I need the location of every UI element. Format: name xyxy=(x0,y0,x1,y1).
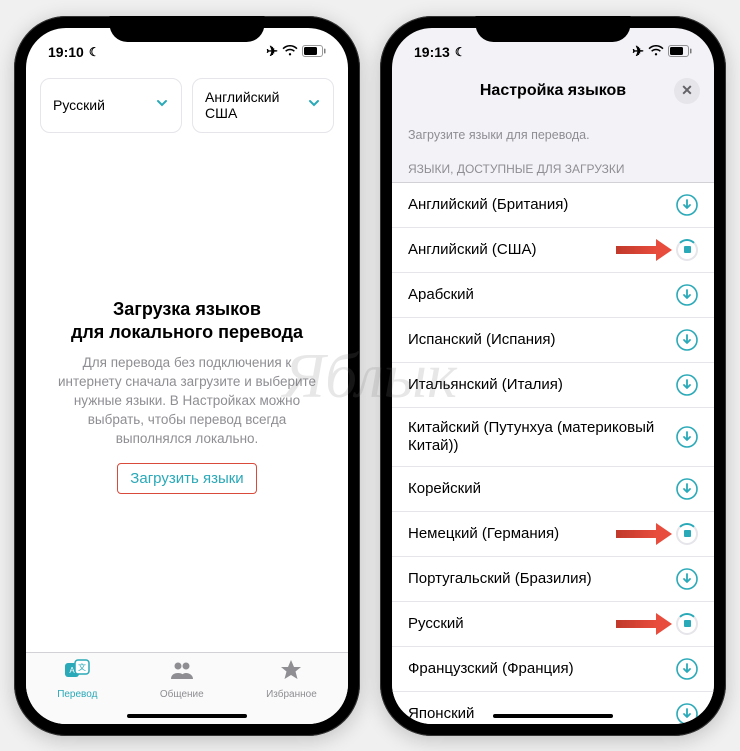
battery-icon xyxy=(668,44,692,60)
screen-translate: 19:10 ☾ ✈︎ Русский Английский США xyxy=(26,28,348,724)
language-row[interactable]: Корейский xyxy=(392,467,714,512)
dnd-icon: ☾ xyxy=(455,45,466,59)
tab-chat[interactable]: Общение xyxy=(160,659,204,700)
language-name: Итальянский (Италия) xyxy=(408,376,563,394)
translate-icon: A文 xyxy=(64,659,90,687)
notch xyxy=(110,16,265,42)
chevron-down-icon xyxy=(307,96,321,115)
language-row[interactable]: Японский xyxy=(392,692,714,724)
language-name: Арабский xyxy=(408,286,474,304)
target-language-select[interactable]: Английский США xyxy=(192,78,334,134)
loading-stop-icon[interactable] xyxy=(676,613,698,635)
status-time: 19:10 xyxy=(48,44,84,60)
source-language-select[interactable]: Русский xyxy=(40,78,182,134)
download-icon[interactable] xyxy=(676,329,698,351)
download-icon[interactable] xyxy=(676,374,698,396)
tab-label: Избранное xyxy=(266,689,317,700)
airplane-icon: ✈︎ xyxy=(632,43,644,60)
airplane-icon: ✈︎ xyxy=(266,43,278,60)
language-name: Португальский (Бразилия) xyxy=(408,570,592,588)
tab-translate[interactable]: A文 Перевод xyxy=(57,659,97,700)
language-name: Французский (Франция) xyxy=(408,660,574,678)
language-list: Английский (Британия) Английский (США) Ара… xyxy=(392,182,714,724)
home-indicator[interactable] xyxy=(127,714,247,718)
status-time: 19:13 xyxy=(414,44,450,60)
download-icon[interactable] xyxy=(676,426,698,448)
dnd-icon: ☾ xyxy=(89,45,100,59)
language-row[interactable]: Арабский xyxy=(392,273,714,318)
phone-left: 19:10 ☾ ✈︎ Русский Английский США xyxy=(14,16,360,736)
language-name: Немецкий (Германия) xyxy=(408,525,559,543)
screen-settings: 19:13 ☾ ✈︎ Настройка языков ✕ Загрузите … xyxy=(392,28,714,724)
language-row[interactable]: Китайский (Путунхуа (материковый Китай)) xyxy=(392,408,714,467)
empty-title: Загрузка языков для локального перевода xyxy=(50,298,324,345)
phone-right: 19:13 ☾ ✈︎ Настройка языков ✕ Загрузите … xyxy=(380,16,726,736)
language-row[interactable]: Французский (Франция) xyxy=(392,647,714,692)
tab-label: Общение xyxy=(160,689,204,700)
language-row[interactable]: Английский (США) xyxy=(392,228,714,273)
svg-text:A: A xyxy=(70,666,76,675)
page-title: Настройка языков xyxy=(480,82,626,100)
language-name: Японский xyxy=(408,705,474,723)
language-name: Корейский xyxy=(408,480,481,498)
annotation-arrow xyxy=(616,523,672,545)
language-name: Испанский (Испания) xyxy=(408,331,556,349)
battery-icon xyxy=(302,44,326,60)
home-indicator[interactable] xyxy=(493,714,613,718)
language-row[interactable]: Итальянский (Италия) xyxy=(392,363,714,408)
target-language-label: Английский США xyxy=(205,89,279,123)
language-name: Английский (США) xyxy=(408,241,537,259)
language-name: Китайский (Путунхуа (материковый Китай)) xyxy=(408,419,676,455)
download-icon[interactable] xyxy=(676,658,698,680)
wifi-icon xyxy=(282,44,298,60)
loading-stop-icon[interactable] xyxy=(676,239,698,261)
close-button[interactable]: ✕ xyxy=(674,78,700,104)
close-icon: ✕ xyxy=(681,82,693,99)
language-row[interactable]: Немецкий (Германия) xyxy=(392,512,714,557)
download-icon[interactable] xyxy=(676,194,698,216)
language-row[interactable]: Русский xyxy=(392,602,714,647)
language-selectors: Русский Английский США xyxy=(26,68,348,144)
description-text: Загрузите языки для перевода. xyxy=(392,114,714,148)
section-header: ЯЗЫКИ, ДОСТУПНЫЕ ДЛЯ ЗАГРУЗКИ xyxy=(392,148,714,182)
modal-header: Настройка языков ✕ xyxy=(392,68,714,114)
tab-label: Перевод xyxy=(57,689,97,700)
annotation-arrow xyxy=(616,239,672,261)
download-icon[interactable] xyxy=(676,568,698,590)
annotation-arrow xyxy=(616,613,672,635)
people-icon xyxy=(169,659,195,687)
notch xyxy=(476,16,631,42)
download-icon[interactable] xyxy=(676,284,698,306)
language-row[interactable]: Португальский (Бразилия) xyxy=(392,557,714,602)
wifi-icon xyxy=(648,44,664,60)
language-row[interactable]: Испанский (Испания) xyxy=(392,318,714,363)
chevron-down-icon xyxy=(155,96,169,115)
language-name: Русский xyxy=(408,615,464,633)
empty-description: Для перевода без подключения к интернету… xyxy=(50,354,324,448)
download-languages-button[interactable]: Загрузить языки xyxy=(117,463,256,494)
svg-text:文: 文 xyxy=(78,662,86,672)
language-name: Английский (Британия) xyxy=(408,196,568,214)
source-language-label: Русский xyxy=(53,97,105,114)
tab-favorites[interactable]: Избранное xyxy=(266,659,317,700)
star-icon xyxy=(279,659,303,687)
download-icon[interactable] xyxy=(676,478,698,500)
loading-stop-icon[interactable] xyxy=(676,523,698,545)
language-row[interactable]: Английский (Британия) xyxy=(392,183,714,228)
empty-state: Загрузка языков для локального перевода … xyxy=(26,298,348,494)
download-icon[interactable] xyxy=(676,703,698,724)
